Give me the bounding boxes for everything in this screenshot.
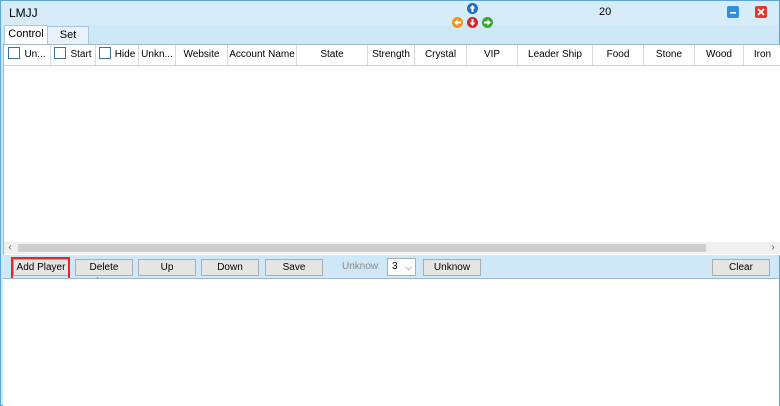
column-header-leader-ship[interactable]: Leader Ship [518,45,593,65]
column-header-unknown[interactable]: Unkn... [139,45,176,65]
grid-header: Un... Start Hide Unkn... Website Account… [4,45,780,66]
column-header-wood[interactable]: Wood [695,45,744,65]
minimize-button[interactable] [727,6,739,18]
column-header-iron[interactable]: Iron [744,45,780,65]
column-header-start[interactable]: Start [51,45,96,65]
title-bar: LMJJ 20 [1,1,779,28]
log-panel[interactable] [3,278,779,406]
minimize-icon [730,12,736,14]
scroll-right-icon[interactable]: › [767,242,779,254]
column-header-state[interactable]: State [297,45,368,65]
down-button[interactable]: Down [201,259,259,276]
column-header-website[interactable]: Website [176,45,228,65]
close-button[interactable] [755,6,767,18]
column-header-vip[interactable]: VIP [467,45,518,65]
column-header-account-name[interactable]: Account Name [228,45,297,65]
save-button[interactable]: Save [265,259,323,276]
window-title: LMJJ [9,6,38,20]
scrollbar-thumb[interactable] [18,244,706,252]
column-checkbox-start[interactable] [54,47,67,59]
tab-strip: Control Set [3,25,779,44]
tab-control[interactable]: Control [4,25,48,44]
unknow-select[interactable]: 3 ⌵ [387,258,416,276]
column-checkbox-hide[interactable] [98,47,111,59]
column-header-un[interactable]: Un... [4,45,51,65]
tab-set[interactable]: Set [47,26,89,44]
main-window: LMJJ 20 Control Set Un... Start Hide Unk… [0,0,780,406]
column-header-stone[interactable]: Stone [644,45,695,65]
scroll-left-icon[interactable]: ‹ [4,242,16,254]
delete-player-button[interactable]: Delete Player [75,259,133,288]
column-header-hide[interactable]: Hide [96,45,139,65]
clear-button[interactable]: Clear [712,259,770,276]
action-toolbar: Add Player Delete Player Up Down Save Un… [3,255,779,288]
close-icon [757,8,765,16]
column-header-strength[interactable]: Strength [368,45,415,65]
up-button[interactable]: Up [138,259,196,276]
arrow-up-icon[interactable] [467,3,478,14]
unknow-label: Unknow [342,261,379,272]
chevron-down-icon: ⌵ [405,262,412,272]
column-checkbox-un[interactable] [8,47,21,59]
column-header-food[interactable]: Food [593,45,644,65]
unknow-select-value: 3 [392,261,398,272]
unknow-button[interactable]: Unknow [423,259,481,276]
counter-value: 20 [599,6,612,18]
column-header-crystal[interactable]: Crystal [415,45,467,65]
player-grid: Un... Start Hide Unkn... Website Account… [3,44,780,256]
horizontal-scrollbar[interactable]: ‹ › [4,242,780,254]
